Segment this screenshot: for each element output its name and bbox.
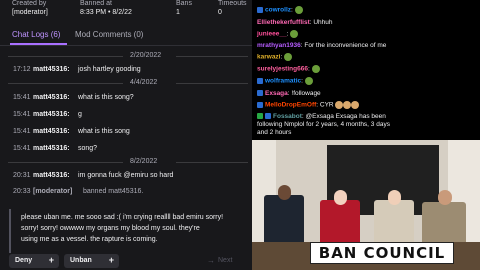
chat-message: karwazi: [257, 53, 293, 61]
bans-value: 1 [176, 9, 180, 16]
sub-badge-icon [257, 90, 263, 97]
person [320, 200, 360, 245]
chat-message: cowrollz: [257, 6, 303, 14]
chat-username: surelyjesting666 [257, 65, 308, 73]
tab-bar: Chat Logs (6) Mod Comments (0) [0, 27, 252, 45]
created-by-label: Created by [12, 0, 47, 7]
bot-badge-icon [265, 113, 271, 120]
emote-icon [335, 101, 344, 109]
emote-icon [284, 53, 293, 61]
banned-at-label: Banned at [80, 0, 112, 7]
plus-icon: + [108, 255, 114, 265]
chat-message: Exsaga: !followage [257, 90, 321, 97]
chat-message-continued: following Nmplol for 2 years, 4 months, … [257, 121, 390, 128]
chat-message: surelyjesting666: [257, 65, 320, 73]
ban-header: Created by [moderator] Banned at 8:33 PM… [0, 0, 252, 17]
emote-icon [311, 65, 320, 73]
check-badge-icon [257, 113, 263, 120]
ban-details-panel: Created by [moderator] Banned at 8:33 PM… [0, 0, 252, 270]
person [422, 202, 466, 245]
emote-icon [351, 101, 360, 109]
tab-divider [0, 45, 252, 46]
chat-username: MelloDropEmOff [265, 101, 317, 109]
emote-icon [343, 101, 352, 109]
person [374, 200, 414, 245]
stream-video: BAN COUNCIL [252, 140, 480, 270]
deny-button[interactable]: Deny + [9, 254, 59, 268]
ban-council-banner: BAN COUNCIL [310, 242, 454, 264]
person [264, 195, 304, 245]
chat-message: junieee__: [257, 30, 299, 38]
emote-icon [294, 6, 303, 14]
chat-message: mrathyan1936: For the inconvenience of m… [257, 42, 387, 49]
sub-badge-icon [257, 102, 263, 108]
chat-username: wolframatic [265, 77, 302, 85]
emote-icon [304, 77, 313, 85]
chat-message: wolframatic: [257, 77, 313, 85]
timeouts-label: Timeouts [218, 0, 247, 7]
chat-username: cowrollz [265, 6, 292, 14]
unban-button[interactable]: Unban + [64, 254, 119, 268]
chat-username: junieee__ [257, 30, 287, 38]
chat-username: karwazi [257, 53, 281, 61]
chat-message: Fossabot: @Exsaga Exsaga has been [257, 113, 386, 120]
sub-badge-icon [257, 7, 263, 13]
chat-username: Elliethekerfufflist [257, 19, 310, 26]
emote-icon [290, 30, 299, 38]
tab-mod-comments[interactable]: Mod Comments (0) [75, 30, 143, 39]
next-arrow-icon[interactable]: → [207, 256, 215, 265]
plus-icon: + [48, 255, 54, 265]
chat-username: mrathyan1936 [257, 42, 301, 49]
sub-badge-icon [257, 78, 263, 84]
bans-label: Bans [176, 0, 192, 7]
unban-request-message: please uban me. me sooo sad :( i'm cryin… [9, 209, 252, 253]
created-by-value: [moderator] [12, 9, 48, 16]
chat-username: Exsaga [265, 90, 288, 97]
chat-message-continued: and 2 hours [257, 129, 292, 136]
next-button[interactable]: Next [218, 257, 232, 264]
chat-username: Fossabot [273, 113, 302, 120]
banned-at-value: 8:33 PM • 8/2/22 [80, 9, 132, 16]
stream-chat: cowrollz: Elliethekerfufflist: Uhhuh jun… [252, 0, 480, 140]
chat-message: MelloDropEmOff: CYR [257, 101, 360, 109]
chat-message: Elliethekerfufflist: Uhhuh [257, 19, 333, 26]
tab-chat-logs[interactable]: Chat Logs (6) [12, 30, 60, 39]
timeouts-value: 0 [218, 9, 222, 16]
